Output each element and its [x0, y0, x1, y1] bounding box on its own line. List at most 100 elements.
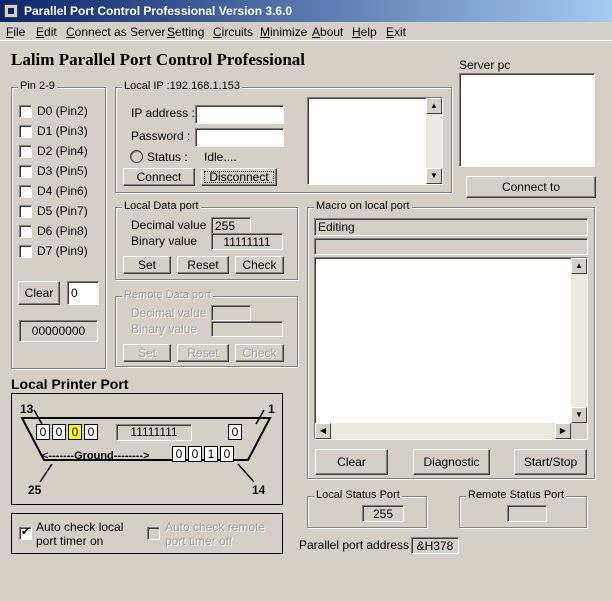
- macro-clear-button[interactable]: Clear: [315, 449, 388, 475]
- menu-minimize[interactable]: Minimize: [260, 25, 307, 39]
- start-stop-button[interactable]: Start/Stop: [514, 449, 587, 475]
- remote-reset-button[interactable]: Reset: [177, 344, 229, 362]
- connect-button[interactable]: Connect: [123, 168, 195, 186]
- pin-d2-checkbox[interactable]: [19, 145, 32, 158]
- pin-d6-checkbox[interactable]: [19, 225, 32, 238]
- remote-status-label: Remote Status Port: [466, 489, 566, 501]
- scroll-up-icon[interactable]: ▲: [426, 98, 442, 114]
- local-decimal-value: 255: [211, 217, 251, 234]
- remote-check-button[interactable]: Check: [235, 344, 284, 362]
- app-heading: Lalim Parallel Port Control Professional: [11, 50, 305, 69]
- pin-d3-label: D3 (Pin5): [37, 164, 88, 178]
- diagnostic-button[interactable]: Diagnostic: [413, 449, 490, 475]
- menu-help[interactable]: Help: [352, 25, 377, 39]
- remote-timer-checkbox[interactable]: [147, 527, 160, 540]
- control-bit-1: 0: [188, 446, 202, 462]
- server-pc-box[interactable]: [459, 73, 595, 167]
- ip-address-input[interactable]: [195, 105, 284, 124]
- printer-port-title: Local Printer Port: [11, 376, 129, 392]
- password-input[interactable]: [195, 128, 284, 147]
- remote-decimal-value: [211, 305, 251, 321]
- menu-circuits[interactable]: Circuits: [213, 25, 253, 39]
- pin-d6-label: D6 (Pin8): [37, 224, 88, 238]
- macro-scroll-down-icon[interactable]: ▼: [571, 407, 587, 423]
- pin-d5-label: D5 (Pin7): [37, 204, 88, 218]
- remote-binary-value: [211, 321, 283, 337]
- local-ip-log[interactable]: ▲ ▼: [307, 97, 443, 185]
- remote-set-button[interactable]: Set: [123, 344, 171, 362]
- remote-status-value: [507, 505, 547, 522]
- status-bit-1: 0: [52, 424, 66, 440]
- password-label: Password :: [131, 129, 191, 143]
- local-binary-value: 11111111: [211, 233, 283, 250]
- pin-d3-checkbox[interactable]: [19, 165, 32, 178]
- macro-info-field: [314, 238, 588, 255]
- local-status-value: 255: [362, 505, 404, 522]
- menu-bar: File Edit Connect as Server Setting Circ…: [0, 22, 612, 41]
- local-decimal-label: Decimal value: [131, 218, 207, 232]
- local-timer-label: Auto check local port timer on: [36, 520, 124, 548]
- local-ip-log-scrollbar[interactable]: ▲ ▼: [426, 98, 442, 184]
- local-check-button[interactable]: Check: [235, 256, 284, 274]
- window-title: Parallel Port Control Professional Versi…: [24, 4, 293, 18]
- macro-scroll-right-icon[interactable]: ▶: [555, 423, 571, 439]
- ip-address-label: IP address :: [131, 106, 195, 120]
- pins-clear-button[interactable]: Clear: [18, 281, 60, 305]
- status-bit-3: 0: [84, 424, 98, 440]
- pin1-label: 1: [268, 402, 275, 416]
- menu-connect-as-server[interactable]: Connect as Server: [66, 25, 165, 39]
- macro-scroll-corner: [571, 423, 587, 439]
- local-timer-checkbox[interactable]: [19, 525, 32, 540]
- pin-d4-label: D4 (Pin6): [37, 184, 88, 198]
- title-bar: Parallel Port Control Professional Versi…: [0, 0, 612, 22]
- menu-edit[interactable]: Edit: [36, 25, 57, 39]
- pins-value-field[interactable]: 0: [67, 281, 99, 305]
- status-label: Status :: [147, 150, 188, 164]
- printer-port-panel: 13 1 25 14 0 0 0 0 11111111 0 <-------Gr…: [11, 393, 283, 505]
- pin-d1-checkbox[interactable]: [19, 125, 32, 138]
- pin-d1-label: D1 (Pin3): [37, 124, 88, 138]
- menu-setting[interactable]: Setting: [167, 25, 204, 39]
- data-bits-readout: 11111111: [116, 424, 192, 441]
- remote-binary-label: Binary value: [131, 322, 198, 336]
- status-bit-2: 0: [68, 424, 82, 440]
- control-bit-3: 0: [220, 446, 234, 462]
- menu-about[interactable]: About: [312, 25, 343, 39]
- port-address-value: &H378: [411, 537, 459, 554]
- ack-bit: 0: [228, 424, 242, 440]
- menu-exit[interactable]: Exit: [386, 25, 406, 39]
- macro-vscrollbar[interactable]: ▲ ▼: [571, 258, 587, 423]
- pin-d2-label: D2 (Pin4): [37, 144, 88, 158]
- pin-d7-checkbox[interactable]: [19, 245, 32, 258]
- pin-d0-label: D0 (Pin2): [37, 104, 88, 118]
- local-data-label: Local Data port: [122, 200, 201, 212]
- pin-d7-label: D7 (Pin9): [37, 244, 88, 258]
- control-bit-2: 1: [204, 446, 218, 462]
- macro-editor[interactable]: ▲ ▼ ◀ ▶: [314, 257, 588, 440]
- macro-hscrollbar[interactable]: ◀ ▶: [315, 423, 571, 439]
- pin-d0-checkbox[interactable]: [19, 105, 32, 118]
- pins-binary-readout: 00000000: [19, 320, 98, 342]
- pin-d5-checkbox[interactable]: [19, 205, 32, 218]
- port-address-label: Parallel port address :: [299, 538, 416, 552]
- local-binary-label: Binary value: [131, 234, 198, 248]
- local-status-label: Local Status Port: [314, 489, 402, 501]
- local-ip-label: Local IP :192.168.1.153: [122, 80, 243, 92]
- remote-data-label: Remote Data port: [122, 289, 213, 301]
- macro-label: Macro on local port: [314, 200, 412, 212]
- app-icon: [4, 4, 18, 18]
- pins-group-label: Pin 2-9: [18, 80, 57, 92]
- ground-label: <-------Ground-------->: [42, 450, 150, 462]
- connect-to-button[interactable]: Connect to: [466, 176, 596, 198]
- macro-scroll-left-icon[interactable]: ◀: [315, 423, 331, 439]
- menu-file[interactable]: File: [6, 25, 25, 39]
- scroll-down-icon[interactable]: ▼: [426, 168, 442, 184]
- status-value: Idle....: [204, 150, 237, 164]
- pin14-label: 14: [252, 483, 266, 497]
- local-reset-button[interactable]: Reset: [177, 256, 229, 274]
- pin25-label: 25: [28, 483, 42, 497]
- macro-scroll-up-icon[interactable]: ▲: [571, 258, 587, 274]
- local-set-button[interactable]: Set: [123, 256, 171, 274]
- disconnect-button[interactable]: Disconnect: [201, 168, 277, 186]
- pin-d4-checkbox[interactable]: [19, 185, 32, 198]
